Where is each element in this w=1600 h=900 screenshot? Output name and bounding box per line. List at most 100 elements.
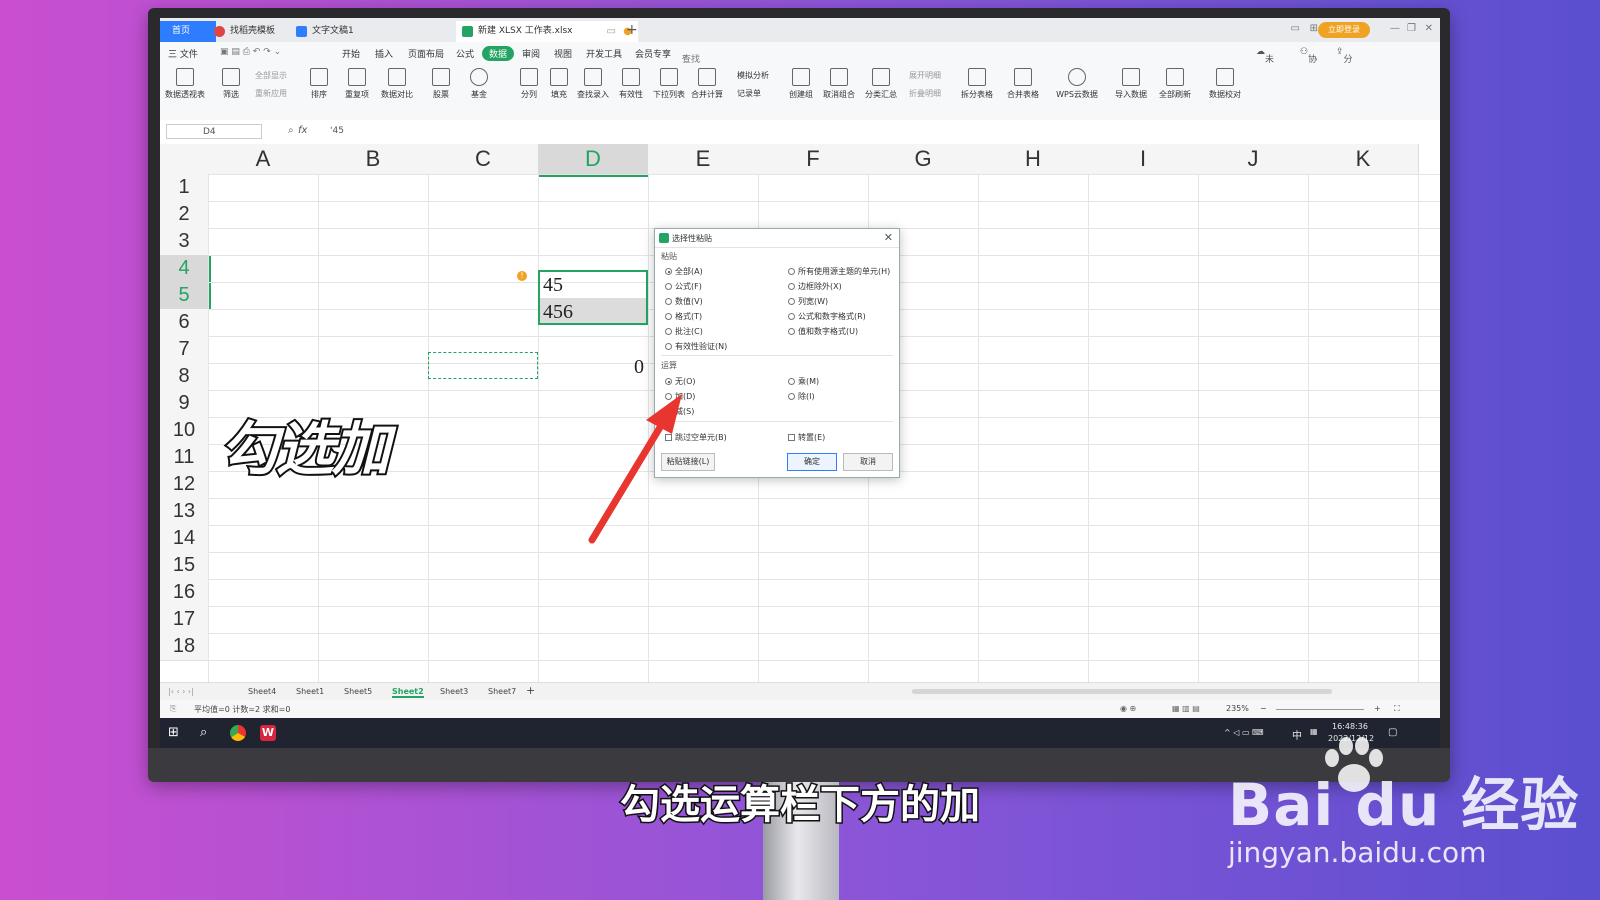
quick-access-icons[interactable]: ▣ ▤ ⎙ ↶ ↷ ⌄ xyxy=(220,47,281,57)
column-header[interactable]: G xyxy=(868,144,979,175)
row-header[interactable]: 2 xyxy=(160,201,209,229)
skip-blanks-checkbox[interactable]: 跳过空单元(B) xyxy=(665,432,727,443)
row-header[interactable]: 7 xyxy=(160,336,209,364)
row-header[interactable]: 3 xyxy=(160,228,209,256)
menu-page-layout[interactable]: 页面布局 xyxy=(408,47,444,60)
zoom-in-icon[interactable]: + xyxy=(1374,704,1381,713)
row-header[interactable]: 5 xyxy=(160,282,211,310)
column-header[interactable]: I xyxy=(1088,144,1199,175)
row-header[interactable]: 17 xyxy=(160,606,209,634)
paste-option-no-borders[interactable]: 边框除外(X) xyxy=(788,281,842,292)
tab-writer-doc[interactable]: 文字文稿1 ✕ xyxy=(290,21,472,42)
cell-d4[interactable]: 45 xyxy=(543,274,563,297)
collapse-detail-button[interactable]: 折叠明细 xyxy=(898,88,952,99)
paste-option-values[interactable]: 数值(V) xyxy=(665,296,703,307)
tray-icons[interactable]: ^ ◁ ▭ ⌨ xyxy=(1224,728,1264,737)
paste-option-value-number[interactable]: 值和数字格式(U) xyxy=(788,326,858,337)
column-header[interactable]: J xyxy=(1198,144,1309,175)
horizontal-scrollbar[interactable] xyxy=(912,689,1332,694)
select-all-corner[interactable] xyxy=(160,144,209,175)
column-header[interactable]: A xyxy=(208,144,319,175)
menu-member[interactable]: 会员专享 xyxy=(635,47,671,60)
ime-grid-icon[interactable]: ▦ xyxy=(1310,727,1318,736)
menu-view[interactable]: 视图 xyxy=(554,47,572,60)
row-header[interactable]: 13 xyxy=(160,498,209,526)
reapply-button[interactable]: 重新应用 xyxy=(244,88,298,99)
sheet-nav-arrows[interactable]: |‹ ‹ › ›| xyxy=(168,687,194,696)
cell-d7[interactable]: 0 xyxy=(634,356,644,379)
row-header[interactable]: 1 xyxy=(160,174,209,202)
menu-insert[interactable]: 插入 xyxy=(375,47,393,60)
op-option-subtract[interactable]: 减(S) xyxy=(665,406,694,417)
row-header[interactable]: 15 xyxy=(160,552,209,580)
sheet-tab[interactable]: Sheet4 xyxy=(248,687,276,696)
sync-status[interactable]: ☁ 未同步 xyxy=(1256,47,1274,91)
ime-indicator[interactable]: 中 xyxy=(1292,727,1302,742)
fullscreen-icon[interactable]: ⛶ xyxy=(1394,704,1400,714)
op-option-multiply[interactable]: 乘(M) xyxy=(788,376,819,387)
paste-option-formats[interactable]: 格式(T) xyxy=(665,311,702,322)
column-header[interactable]: E xyxy=(648,144,759,175)
menu-formula[interactable]: 公式 xyxy=(456,47,474,60)
column-header[interactable]: F xyxy=(758,144,869,175)
eye-protect-icon[interactable]: ◉ ⊕ xyxy=(1120,704,1136,713)
close-icon[interactable]: ✕ xyxy=(884,231,893,244)
column-header[interactable]: B xyxy=(318,144,429,175)
add-sheet-plus-icon[interactable]: + xyxy=(526,684,535,697)
column-header[interactable]: D xyxy=(538,144,649,177)
what-if-button[interactable]: 模拟分析 xyxy=(726,70,780,81)
new-tab-plus-icon[interactable]: + xyxy=(626,22,638,38)
monitor-icon[interactable]: ▭ xyxy=(607,21,616,42)
paste-option-formula-number[interactable]: 公式和数字格式(R) xyxy=(788,311,866,322)
zoom-level[interactable]: 235% xyxy=(1226,704,1249,713)
expand-detail-button[interactable]: 展开明细 xyxy=(898,70,952,81)
row-header[interactable]: 16 xyxy=(160,579,209,607)
split-table-button[interactable]: 拆分表格 xyxy=(952,68,1002,100)
minimize-icon[interactable]: — xyxy=(1390,23,1400,34)
restore-icon[interactable]: ❐ xyxy=(1407,23,1416,34)
zoom-search-icon[interactable]: ⌕ xyxy=(288,125,294,136)
op-option-none[interactable]: 无(O) xyxy=(665,376,696,387)
paste-option-all[interactable]: 全部(A) xyxy=(665,266,703,277)
close-window-icon[interactable]: ✕ xyxy=(1425,23,1433,34)
search-icon[interactable]: ⌕ xyxy=(200,725,216,741)
column-header[interactable]: C xyxy=(428,144,539,175)
layout-icon[interactable]: ▭ xyxy=(1291,23,1300,34)
zoom-out-icon[interactable]: − xyxy=(1260,704,1267,713)
paste-option-source-theme[interactable]: 所有使用源主题的单元(H) xyxy=(788,266,890,277)
view-mode-icons[interactable]: ▦ ▥ ▤ xyxy=(1172,704,1200,713)
pivot-table-button[interactable]: 数据透视表 xyxy=(160,68,210,100)
row-header[interactable]: 9 xyxy=(160,390,209,418)
cancel-button[interactable]: 取消 xyxy=(843,453,893,471)
paste-option-comments[interactable]: 批注(C) xyxy=(665,326,703,337)
wps-cloud-data-button[interactable]: WPS云数据 xyxy=(1048,68,1106,100)
menu-review[interactable]: 审阅 xyxy=(522,47,540,60)
paste-option-formula[interactable]: 公式(F) xyxy=(665,281,702,292)
notification-icon[interactable]: ▢ xyxy=(1388,727,1397,738)
fx-icon[interactable]: fx xyxy=(298,125,307,136)
sheet-tab[interactable]: Sheet1 xyxy=(296,687,324,696)
share-button[interactable]: ⇪ 分享 xyxy=(1336,47,1353,78)
column-header[interactable]: K xyxy=(1308,144,1419,175)
sheet-tab-active[interactable]: Sheet2 xyxy=(392,687,424,698)
import-data-button[interactable]: 导入数据 xyxy=(1106,68,1156,100)
collab-button[interactable]: ⚇ 协作 xyxy=(1300,47,1317,78)
row-header[interactable]: 12 xyxy=(160,471,209,499)
data-proofread-button[interactable]: 数据校对 xyxy=(1200,68,1250,100)
row-header[interactable]: 18 xyxy=(160,633,209,661)
sheet-tab[interactable]: Sheet7 xyxy=(488,687,516,696)
row-header[interactable]: 11 xyxy=(160,444,209,472)
clock-time[interactable]: 16:48:36 xyxy=(1332,722,1368,731)
menu-data[interactable]: 数据 xyxy=(482,46,515,61)
menu-file[interactable]: 三 文件 xyxy=(168,47,198,60)
zoom-slider[interactable] xyxy=(1276,709,1364,710)
menu-dev-tools[interactable]: 开发工具 xyxy=(586,47,622,60)
login-button[interactable]: 立即登录 xyxy=(1318,22,1370,38)
paste-option-validation[interactable]: 有效性验证(N) xyxy=(665,341,727,352)
row-header[interactable]: 14 xyxy=(160,525,209,553)
warning-icon[interactable]: ! xyxy=(517,271,527,281)
windows-start-icon[interactable]: ⊞ xyxy=(168,725,184,741)
refresh-all-button[interactable]: 全部刷新 xyxy=(1150,68,1200,100)
name-box[interactable]: D4 xyxy=(166,124,262,139)
cell-d5[interactable]: 456 xyxy=(543,301,573,324)
